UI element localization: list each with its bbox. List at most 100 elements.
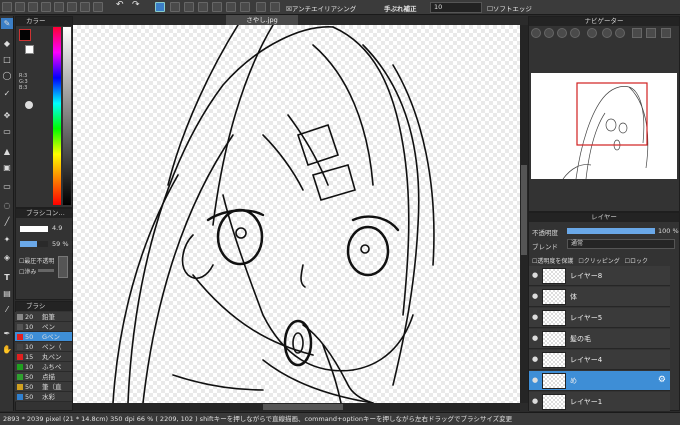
layer-row[interactable]: ● め ⚙ [529, 371, 670, 391]
brush-scrollbar[interactable] [58, 256, 68, 278]
layer-row[interactable]: ● レイヤー1 [529, 392, 670, 412]
flip-vertical-icon[interactable] [646, 28, 656, 38]
layer-opacity-slider[interactable] [567, 228, 655, 234]
pen-tool-icon[interactable]: ✒ [1, 328, 13, 339]
brush-item[interactable]: 50 水彩 [15, 392, 72, 402]
frame-tool-icon[interactable]: ▤ [1, 288, 13, 299]
brush-item[interactable]: 15 丸ペン [15, 352, 72, 362]
canvas-icon[interactable] [54, 2, 64, 12]
rotate-reset-icon[interactable] [587, 28, 597, 38]
settings-icon[interactable] [93, 2, 103, 12]
color-panel: カラー R:3 G:3 B:3 [15, 16, 73, 208]
save-icon[interactable] [28, 2, 38, 12]
fill-icon[interactable] [80, 2, 90, 12]
canvas-vertical-scrollbar[interactable] [520, 25, 528, 403]
rect-select-tool-icon[interactable]: □ [1, 54, 13, 65]
magic-wand-tool-icon[interactable]: ✓ [1, 88, 13, 99]
layer-row[interactable]: ● 髪の毛 [529, 329, 670, 349]
brush-item[interactable]: 10 ふちペ [15, 362, 72, 372]
dodge-tool-icon[interactable]: ✦ [1, 234, 13, 245]
document-tab[interactable]: さやし.jpg [226, 15, 298, 25]
lasso-tool-icon[interactable]: ◯ [1, 70, 13, 81]
shape-tool-icon[interactable]: ▭ [1, 181, 13, 192]
brush-item[interactable]: 50 点描 [15, 372, 72, 382]
brush-item[interactable]: 50 Gペン [15, 332, 72, 342]
eyedropper-tool-icon[interactable]: ⁄ [1, 304, 13, 315]
drawing-canvas[interactable] [73, 25, 520, 403]
brush-tool-icon[interactable]: ✎ [1, 18, 13, 29]
vertical-scroll-thumb[interactable] [521, 165, 527, 255]
lock-checkbox[interactable]: ☐ロック [625, 258, 648, 265]
eye-icon[interactable]: ● [532, 314, 539, 321]
antialias-checkbox[interactable]: ☒アンチエイリアシング [286, 3, 356, 13]
layer-row[interactable]: ● レイヤー8 [529, 266, 670, 286]
new-file-icon[interactable] [2, 2, 12, 12]
gradient-tool-icon[interactable]: ▣ [1, 162, 13, 173]
export-icon[interactable] [41, 2, 51, 12]
smudge-tool-icon[interactable]: ╱ [1, 216, 13, 227]
color-mode-icon[interactable] [25, 101, 33, 109]
foreground-color-swatch[interactable] [19, 29, 31, 41]
rotate-left-icon[interactable] [602, 28, 612, 38]
blend-mode-select[interactable]: 通常 [567, 239, 675, 249]
zoom-in-icon[interactable] [531, 28, 541, 38]
navigator-menu-icon[interactable] [661, 28, 671, 38]
transform-tool-icon[interactable]: ▭ [1, 126, 13, 137]
eye-icon[interactable]: ● [532, 356, 539, 363]
select-rect-icon[interactable] [155, 2, 165, 12]
snap-grid-icon[interactable] [226, 2, 236, 12]
eraser-tool-icon[interactable]: ◆ [1, 38, 13, 49]
layer-settings-gear-icon[interactable]: ⚙ [658, 375, 666, 385]
navigator-preview[interactable] [531, 73, 677, 180]
blur-tool-icon[interactable]: ◌ [1, 200, 13, 211]
snap-circle-icon[interactable] [256, 2, 266, 12]
layer-row[interactable]: ● レイヤー5 [529, 308, 670, 328]
bucket-tool-icon[interactable]: ▲ [1, 146, 13, 157]
redo-icon[interactable]: ↷ [132, 0, 140, 10]
brush-item[interactable]: 20 鉛筆 [15, 312, 72, 322]
horizontal-scroll-thumb[interactable] [263, 404, 343, 410]
eye-icon[interactable]: ● [532, 398, 539, 405]
move-tool-icon[interactable]: ✥ [1, 110, 13, 121]
eye-icon[interactable]: ● [532, 272, 539, 279]
layer-thumbnail [542, 268, 566, 284]
select-none-icon[interactable] [170, 2, 180, 12]
open-file-icon[interactable] [15, 2, 25, 12]
pressure-opacity-checkbox[interactable]: ☐最圧不透明 [19, 256, 54, 265]
layer-row[interactable]: ● 体 [529, 287, 670, 307]
blur-slider[interactable] [38, 269, 54, 272]
stamp-tool-icon[interactable]: ◈ [1, 252, 13, 263]
brush-item[interactable]: 10 ペン [15, 322, 72, 332]
snap-radial-icon[interactable] [240, 2, 250, 12]
hand-tool-icon[interactable]: ✋ [1, 344, 13, 355]
brush-item[interactable]: 50 筆（直 [15, 382, 72, 392]
brush-size-bar[interactable] [20, 226, 48, 232]
layer-row[interactable]: ● レイヤー4 [529, 350, 670, 370]
snap-settings-icon[interactable] [270, 2, 280, 12]
zoom-out-icon[interactable] [544, 28, 554, 38]
select-expand-icon[interactable] [198, 2, 208, 12]
eye-icon[interactable]: ● [532, 377, 539, 384]
clipping-checkbox[interactable]: ☐クリッピング [578, 258, 619, 265]
hue-slider[interactable] [53, 27, 61, 205]
select-invert-icon[interactable] [184, 2, 194, 12]
zoom-fit-icon[interactable] [557, 28, 567, 38]
status-bar: 2893 * 2039 pixel (21 * 14.8cm) 350 dpi … [0, 412, 680, 425]
flip-horizontal-icon[interactable] [632, 28, 642, 38]
blur-checkbox[interactable]: ☐滲み [19, 267, 36, 276]
soft-edge-checkbox[interactable]: ☐ソフトエッジ [487, 3, 532, 13]
text-tool-icon[interactable]: T [1, 272, 13, 283]
zoom-actual-icon[interactable] [570, 28, 580, 38]
grid-icon[interactable] [67, 2, 77, 12]
undo-icon[interactable]: ↶ [116, 0, 124, 10]
canvas-horizontal-scrollbar[interactable] [73, 403, 520, 411]
transform-icon[interactable] [212, 2, 222, 12]
background-color-swatch[interactable] [25, 45, 34, 54]
brush-item[interactable]: 10 ペン（ [15, 342, 72, 352]
protect-alpha-checkbox[interactable]: ☐透明度を保護 [532, 258, 573, 265]
eye-icon[interactable]: ● [532, 335, 539, 342]
stabilizer-select[interactable]: 10 [430, 2, 482, 13]
brightness-slider[interactable] [63, 27, 71, 205]
rotate-right-icon[interactable] [615, 28, 625, 38]
eye-icon[interactable]: ● [532, 293, 539, 300]
